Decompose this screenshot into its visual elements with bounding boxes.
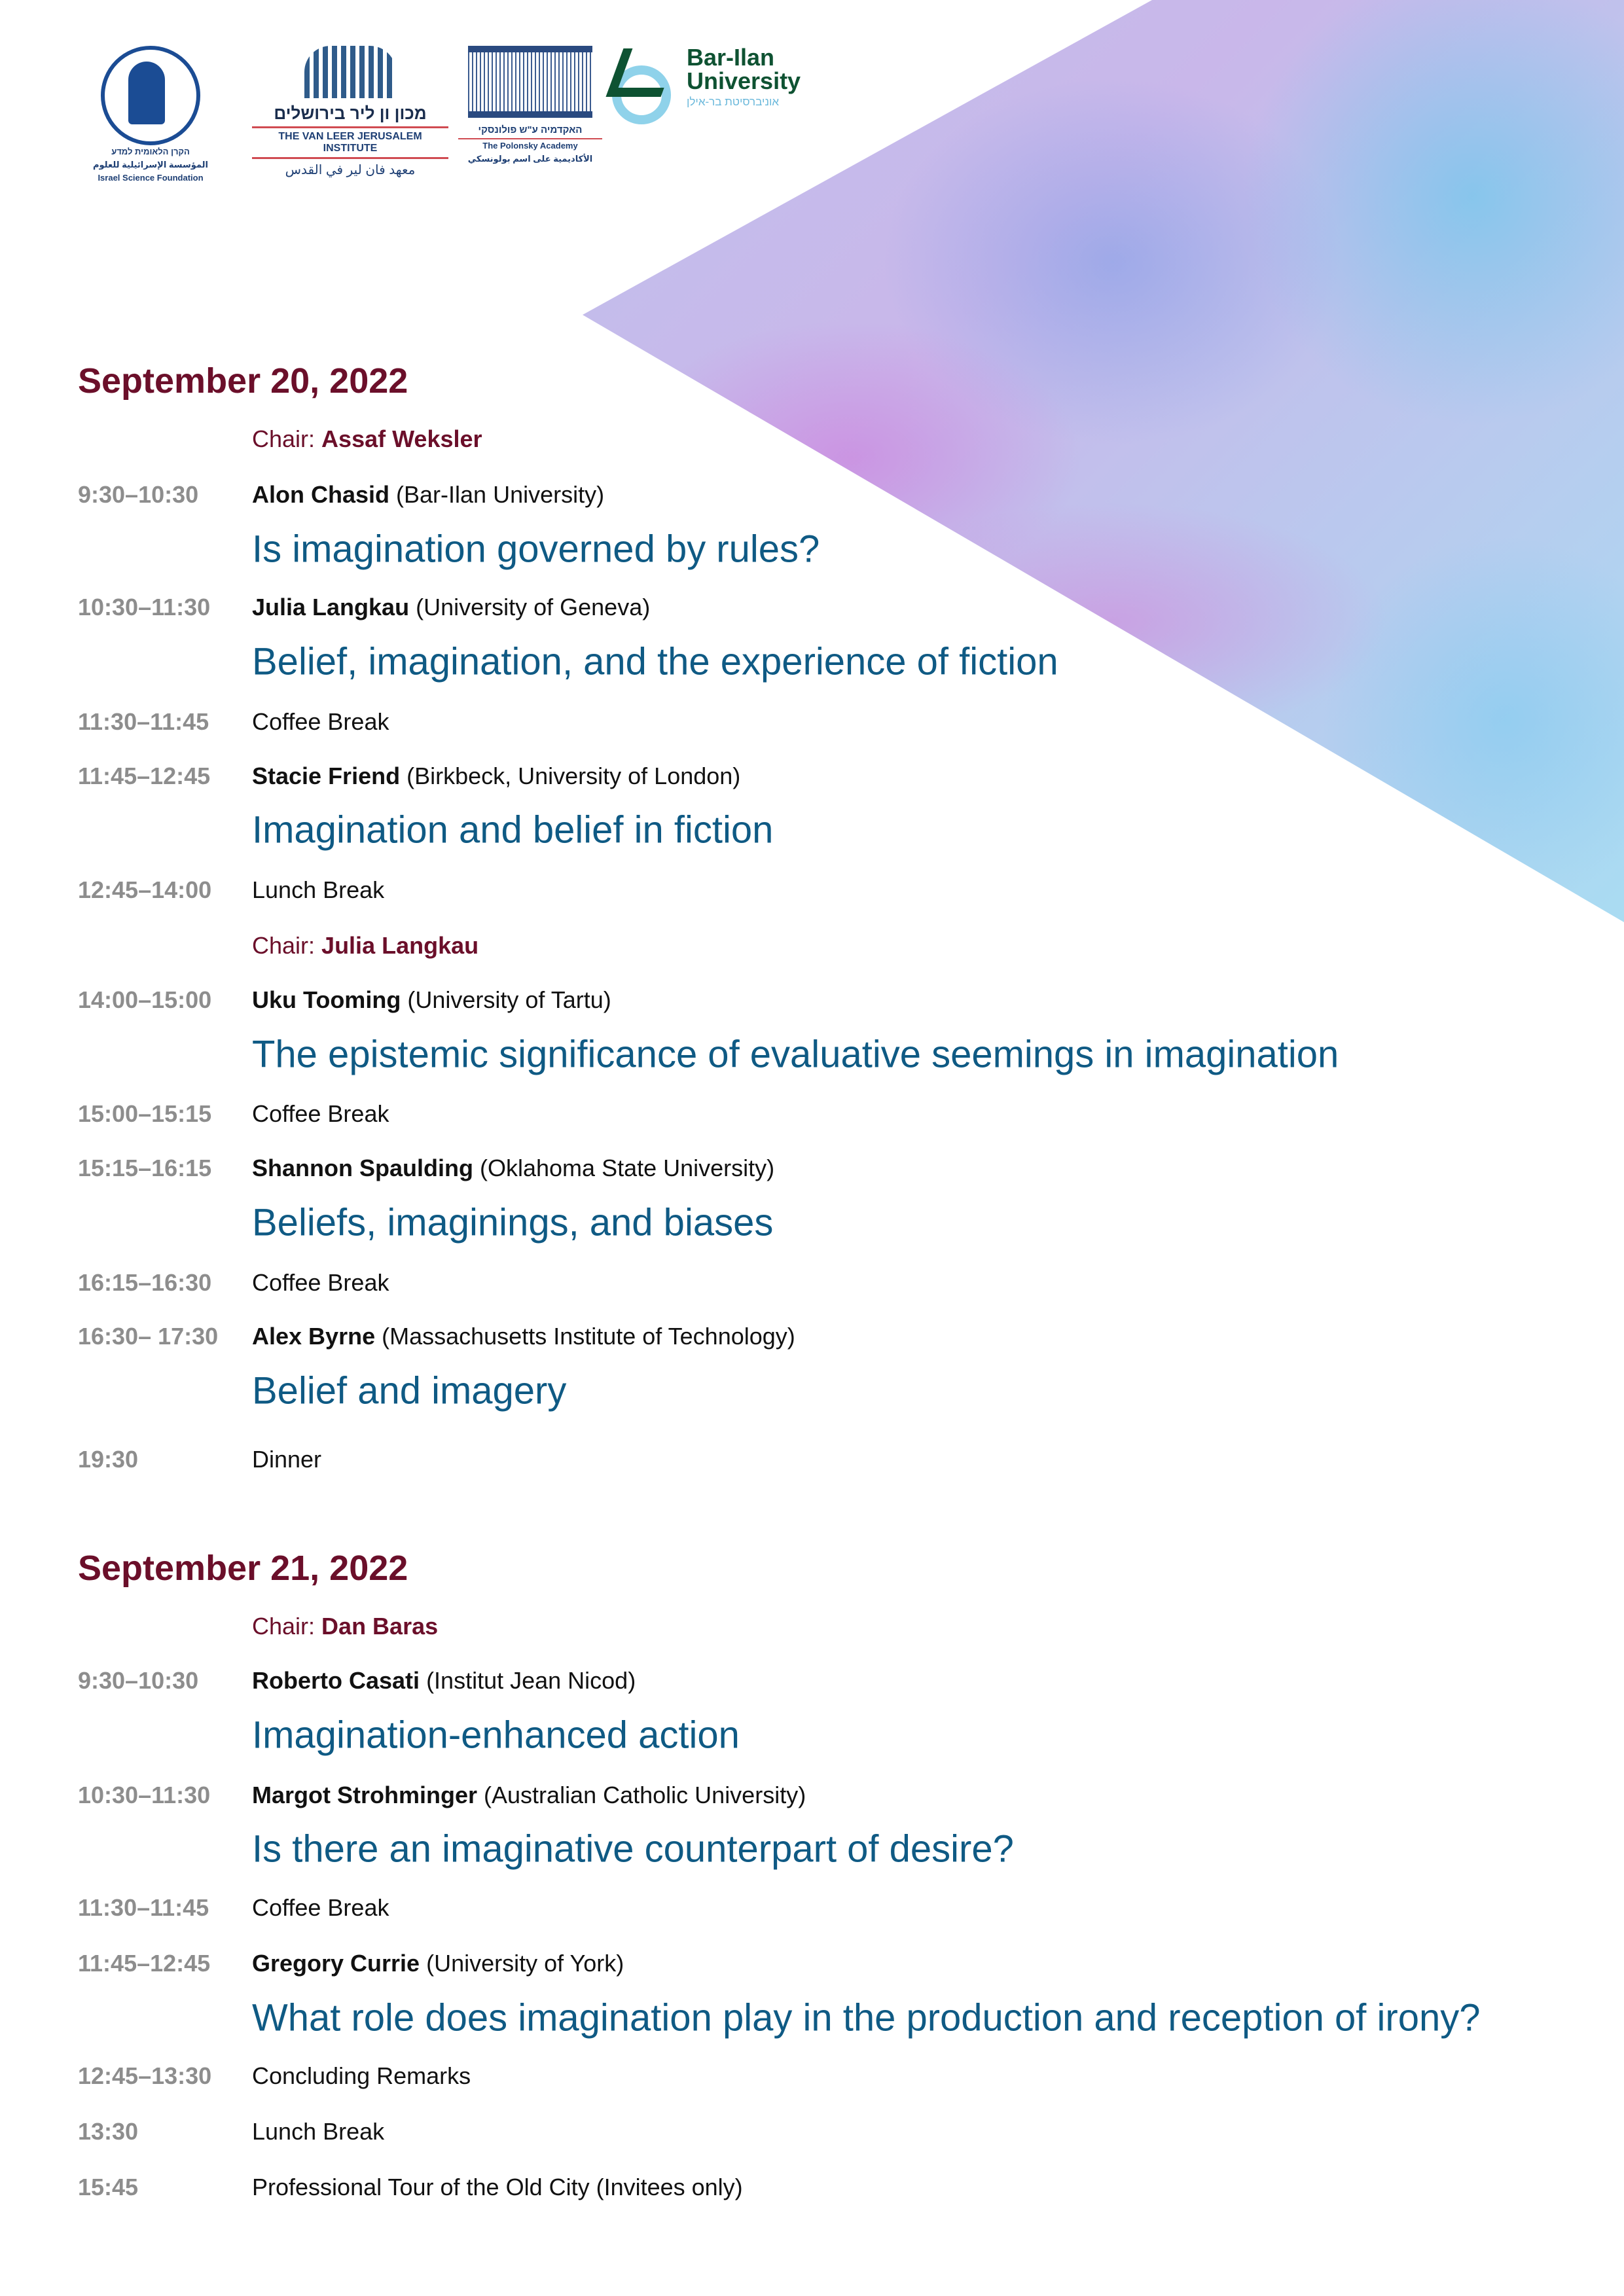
polonsky-english: The Polonsky Academy xyxy=(482,141,578,151)
talk-speaker-line: Margot Strohminger (Australian Catholic … xyxy=(252,1782,806,1809)
speaker-affiliation: (Institut Jean Nicod) xyxy=(426,1667,636,1694)
isf-hebrew: הקרן הלאומית למדע xyxy=(111,147,190,156)
break-label: Lunch Break xyxy=(252,2118,385,2145)
speaker-name: Alex Byrne xyxy=(252,1323,376,1350)
chair-name: Julia Langkau xyxy=(321,932,479,959)
session-chair: Chair: Assaf Weksler xyxy=(252,425,482,453)
break-time: 12:45–14:00 xyxy=(78,876,212,903)
talk-speaker-line: Alon Chasid (Bar-Ilan University) xyxy=(252,481,604,509)
speaker-affiliation: (University of York) xyxy=(426,1950,624,1977)
talk-time: 10:30–11:30 xyxy=(78,594,211,620)
day-date: September 20, 2022 xyxy=(78,361,408,401)
break-label: Lunch Break xyxy=(252,876,385,903)
speaker-affiliation: (Oklahoma State University) xyxy=(480,1155,775,1181)
break-label: Dinner xyxy=(252,1446,322,1473)
talk-title: The epistemic significance of evaluative… xyxy=(252,1033,1339,1076)
break-time: 16:15–16:30 xyxy=(78,1269,212,1296)
van-leer-arch-icon xyxy=(304,46,396,98)
talk-title: Imagination-enhanced action xyxy=(252,1713,740,1757)
break-time: 11:30–11:45 xyxy=(78,1894,209,1921)
talk-speaker-line: Gregory Currie (University of York) xyxy=(252,1950,624,1977)
session-chair: Chair: Julia Langkau xyxy=(252,932,478,960)
chair-name: Dan Baras xyxy=(321,1613,439,1640)
chair-label: Chair: xyxy=(252,932,316,959)
talk-time: 10:30–11:30 xyxy=(78,1782,211,1808)
break-label: Coffee Break xyxy=(252,708,389,735)
break-label: Coffee Break xyxy=(252,1894,389,1921)
van-leer-english: THE VAN LEER JERUSALEM INSTITUTE xyxy=(252,126,448,159)
watercolor-background xyxy=(583,0,1624,922)
speaker-name: Gregory Currie xyxy=(252,1950,420,1977)
day-date: September 21, 2022 xyxy=(78,1549,408,1588)
speaker-name: Julia Langkau xyxy=(252,594,410,620)
speaker-name: Uku Tooming xyxy=(252,986,401,1013)
speaker-affiliation: (University of Tartu) xyxy=(407,986,611,1013)
chair-label: Chair: xyxy=(252,425,316,452)
van-leer-logo: מכון ון ליר בירושלים THE VAN LEER JERUSA… xyxy=(245,46,455,178)
talk-time: 16:30– 17:30 xyxy=(78,1323,219,1350)
talk-speaker-line: Uku Tooming (University of Tartu) xyxy=(252,986,611,1014)
break-time: 15:45 xyxy=(78,2174,139,2200)
talk-title: Is there an imaginative counterpart of d… xyxy=(252,1827,1014,1871)
isf-emblem-icon xyxy=(101,46,200,145)
break-label: Coffee Break xyxy=(252,1269,389,1296)
talk-title: Beliefs, imaginings, and biases xyxy=(252,1201,774,1244)
break-label: Professional Tour of the Old City (Invit… xyxy=(252,2174,743,2200)
break-time: 19:30 xyxy=(78,1446,139,1473)
speaker-affiliation: (Australian Catholic University) xyxy=(484,1782,806,1808)
van-leer-arabic: معهد فان لير في القدس xyxy=(285,163,416,177)
break-label: Concluding Remarks xyxy=(252,2062,471,2089)
speaker-affiliation: (Massachusetts Institute of Technology) xyxy=(382,1323,795,1350)
talk-time: 11:45–12:45 xyxy=(78,1950,211,1977)
talk-speaker-line: Roberto Casati (Institut Jean Nicod) xyxy=(252,1667,636,1695)
speaker-name: Roberto Casati xyxy=(252,1667,420,1694)
polonsky-arabic: الأكاديمية على اسم بولونسكي xyxy=(467,154,593,164)
talk-speaker-line: Stacie Friend (Birkbeck, University of L… xyxy=(252,762,740,790)
bar-ilan-logo: Bar-Ilan University אוניברסיטת בר-אילן xyxy=(612,44,821,124)
talk-speaker-line: Shannon Spaulding (Oklahoma State Univer… xyxy=(252,1155,774,1182)
talk-time: 14:00–15:00 xyxy=(78,986,212,1013)
speaker-affiliation: (University of Geneva) xyxy=(416,594,651,620)
talk-speaker-line: Alex Byrne (Massachusetts Institute of T… xyxy=(252,1323,795,1350)
break-time: 13:30 xyxy=(78,2118,139,2145)
speaker-name: Margot Strohminger xyxy=(252,1782,478,1808)
polonsky-building-icon xyxy=(468,46,592,118)
talk-title: What role does imagination play in the p… xyxy=(252,1996,1481,2039)
bar-ilan-mark-icon xyxy=(612,46,677,124)
speaker-name: Shannon Spaulding xyxy=(252,1155,473,1181)
israel-science-foundation-logo: הקרן הלאומית למדע المؤسسة الإسرائيلية لل… xyxy=(85,46,216,185)
chair-name: Assaf Weksler xyxy=(321,425,482,452)
chair-label: Chair: xyxy=(252,1613,316,1640)
talk-speaker-line: Julia Langkau (University of Geneva) xyxy=(252,594,650,621)
bar-ilan-name-1: Bar-Ilan xyxy=(687,44,775,71)
break-label: Coffee Break xyxy=(252,1100,389,1127)
break-time: 15:00–15:15 xyxy=(78,1100,212,1127)
polonsky-academy-logo: האקדמיה ע"ש פולונסקי The Polonsky Academ… xyxy=(458,46,602,166)
bar-ilan-name-2: University xyxy=(687,67,801,94)
speaker-name: Stacie Friend xyxy=(252,762,401,789)
isf-arabic: المؤسسة الإسرائيلية للعلوم xyxy=(93,160,208,170)
van-leer-hebrew: מכון ון ליר בירושלים xyxy=(274,103,427,123)
speaker-affiliation: (Bar-Ilan University) xyxy=(396,481,605,508)
session-chair: Chair: Dan Baras xyxy=(252,1613,438,1640)
talk-time: 9:30–10:30 xyxy=(78,481,199,508)
talk-title: Imagination and belief in fiction xyxy=(252,808,774,852)
break-time: 11:30–11:45 xyxy=(78,708,209,735)
speaker-affiliation: (Birkbeck, University of London) xyxy=(406,762,741,789)
talk-title: Is imagination governed by rules? xyxy=(252,528,820,571)
talk-time: 9:30–10:30 xyxy=(78,1667,199,1694)
talk-time: 15:15–16:15 xyxy=(78,1155,212,1181)
speaker-name: Alon Chasid xyxy=(252,481,390,508)
talk-title: Belief, imagination, and the experience … xyxy=(252,640,1058,683)
polonsky-hebrew: האקדמיה ע"ש פולונסקי xyxy=(458,124,602,139)
break-time: 12:45–13:30 xyxy=(78,2062,212,2089)
isf-english: Israel Science Foundation xyxy=(98,173,204,183)
talk-title: Belief and imagery xyxy=(252,1369,567,1412)
bar-ilan-hebrew: אוניברסיטת בר-אילן xyxy=(687,96,780,108)
talk-time: 11:45–12:45 xyxy=(78,762,211,789)
